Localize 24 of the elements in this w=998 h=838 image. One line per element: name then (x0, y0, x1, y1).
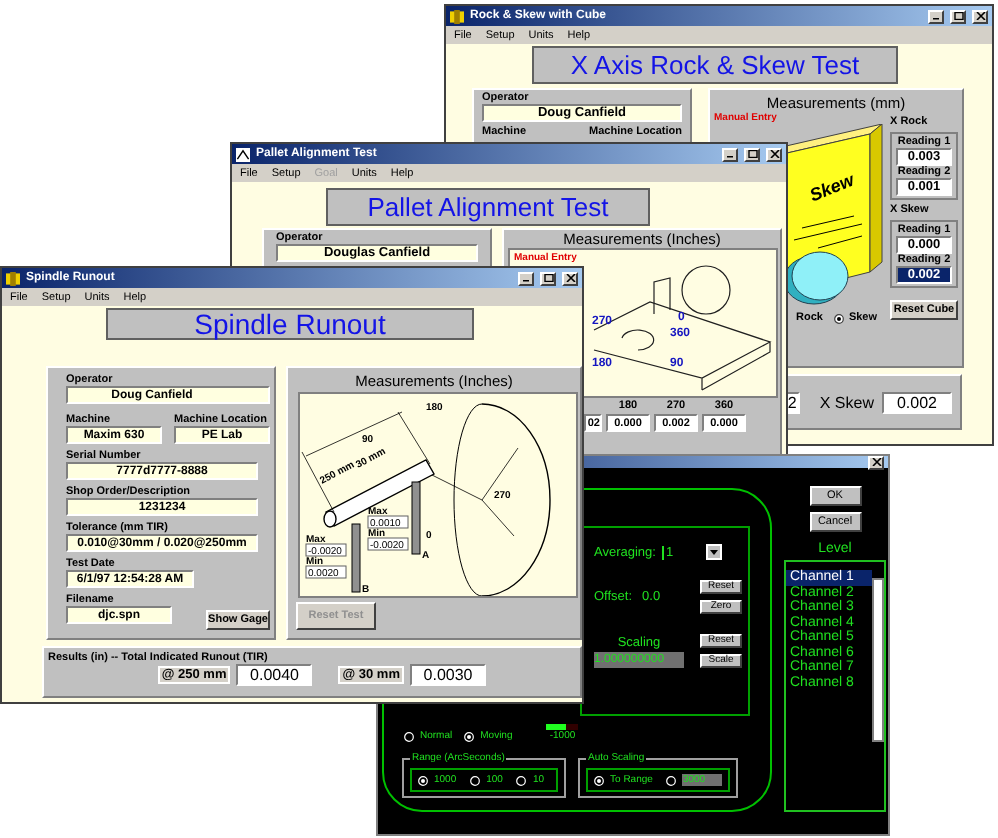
value-field[interactable]: 0.0030 (410, 664, 486, 686)
minimize-icon[interactable] (928, 9, 944, 23)
test-heading: X Axis Rock & Skew Test (532, 46, 898, 84)
app-icon (6, 271, 20, 285)
maximize-icon[interactable] (540, 271, 556, 285)
minimize-icon[interactable] (722, 147, 738, 161)
close-icon[interactable] (766, 147, 782, 161)
close-icon[interactable] (562, 271, 578, 285)
maximize-icon[interactable] (950, 9, 966, 23)
test-heading: Spindle Runout (106, 308, 474, 340)
value-field[interactable]: 0.002 (882, 391, 952, 413)
result-label: X Skew (819, 393, 874, 411)
scrollbar[interactable] (872, 578, 884, 742)
value-field[interactable]: 0.0040 (236, 664, 313, 686)
minimize-icon[interactable] (518, 271, 534, 285)
dropdown-arrow-icon[interactable] (705, 544, 722, 560)
test-heading: Pallet Alignment Test (326, 188, 650, 226)
cube-label: Skew (806, 169, 857, 206)
app-icon (450, 9, 464, 23)
radio-button[interactable] (834, 313, 845, 323)
close-icon[interactable] (972, 9, 988, 23)
app-icon (236, 147, 250, 161)
close-icon[interactable] (868, 456, 884, 469)
maximize-icon[interactable] (744, 147, 760, 161)
